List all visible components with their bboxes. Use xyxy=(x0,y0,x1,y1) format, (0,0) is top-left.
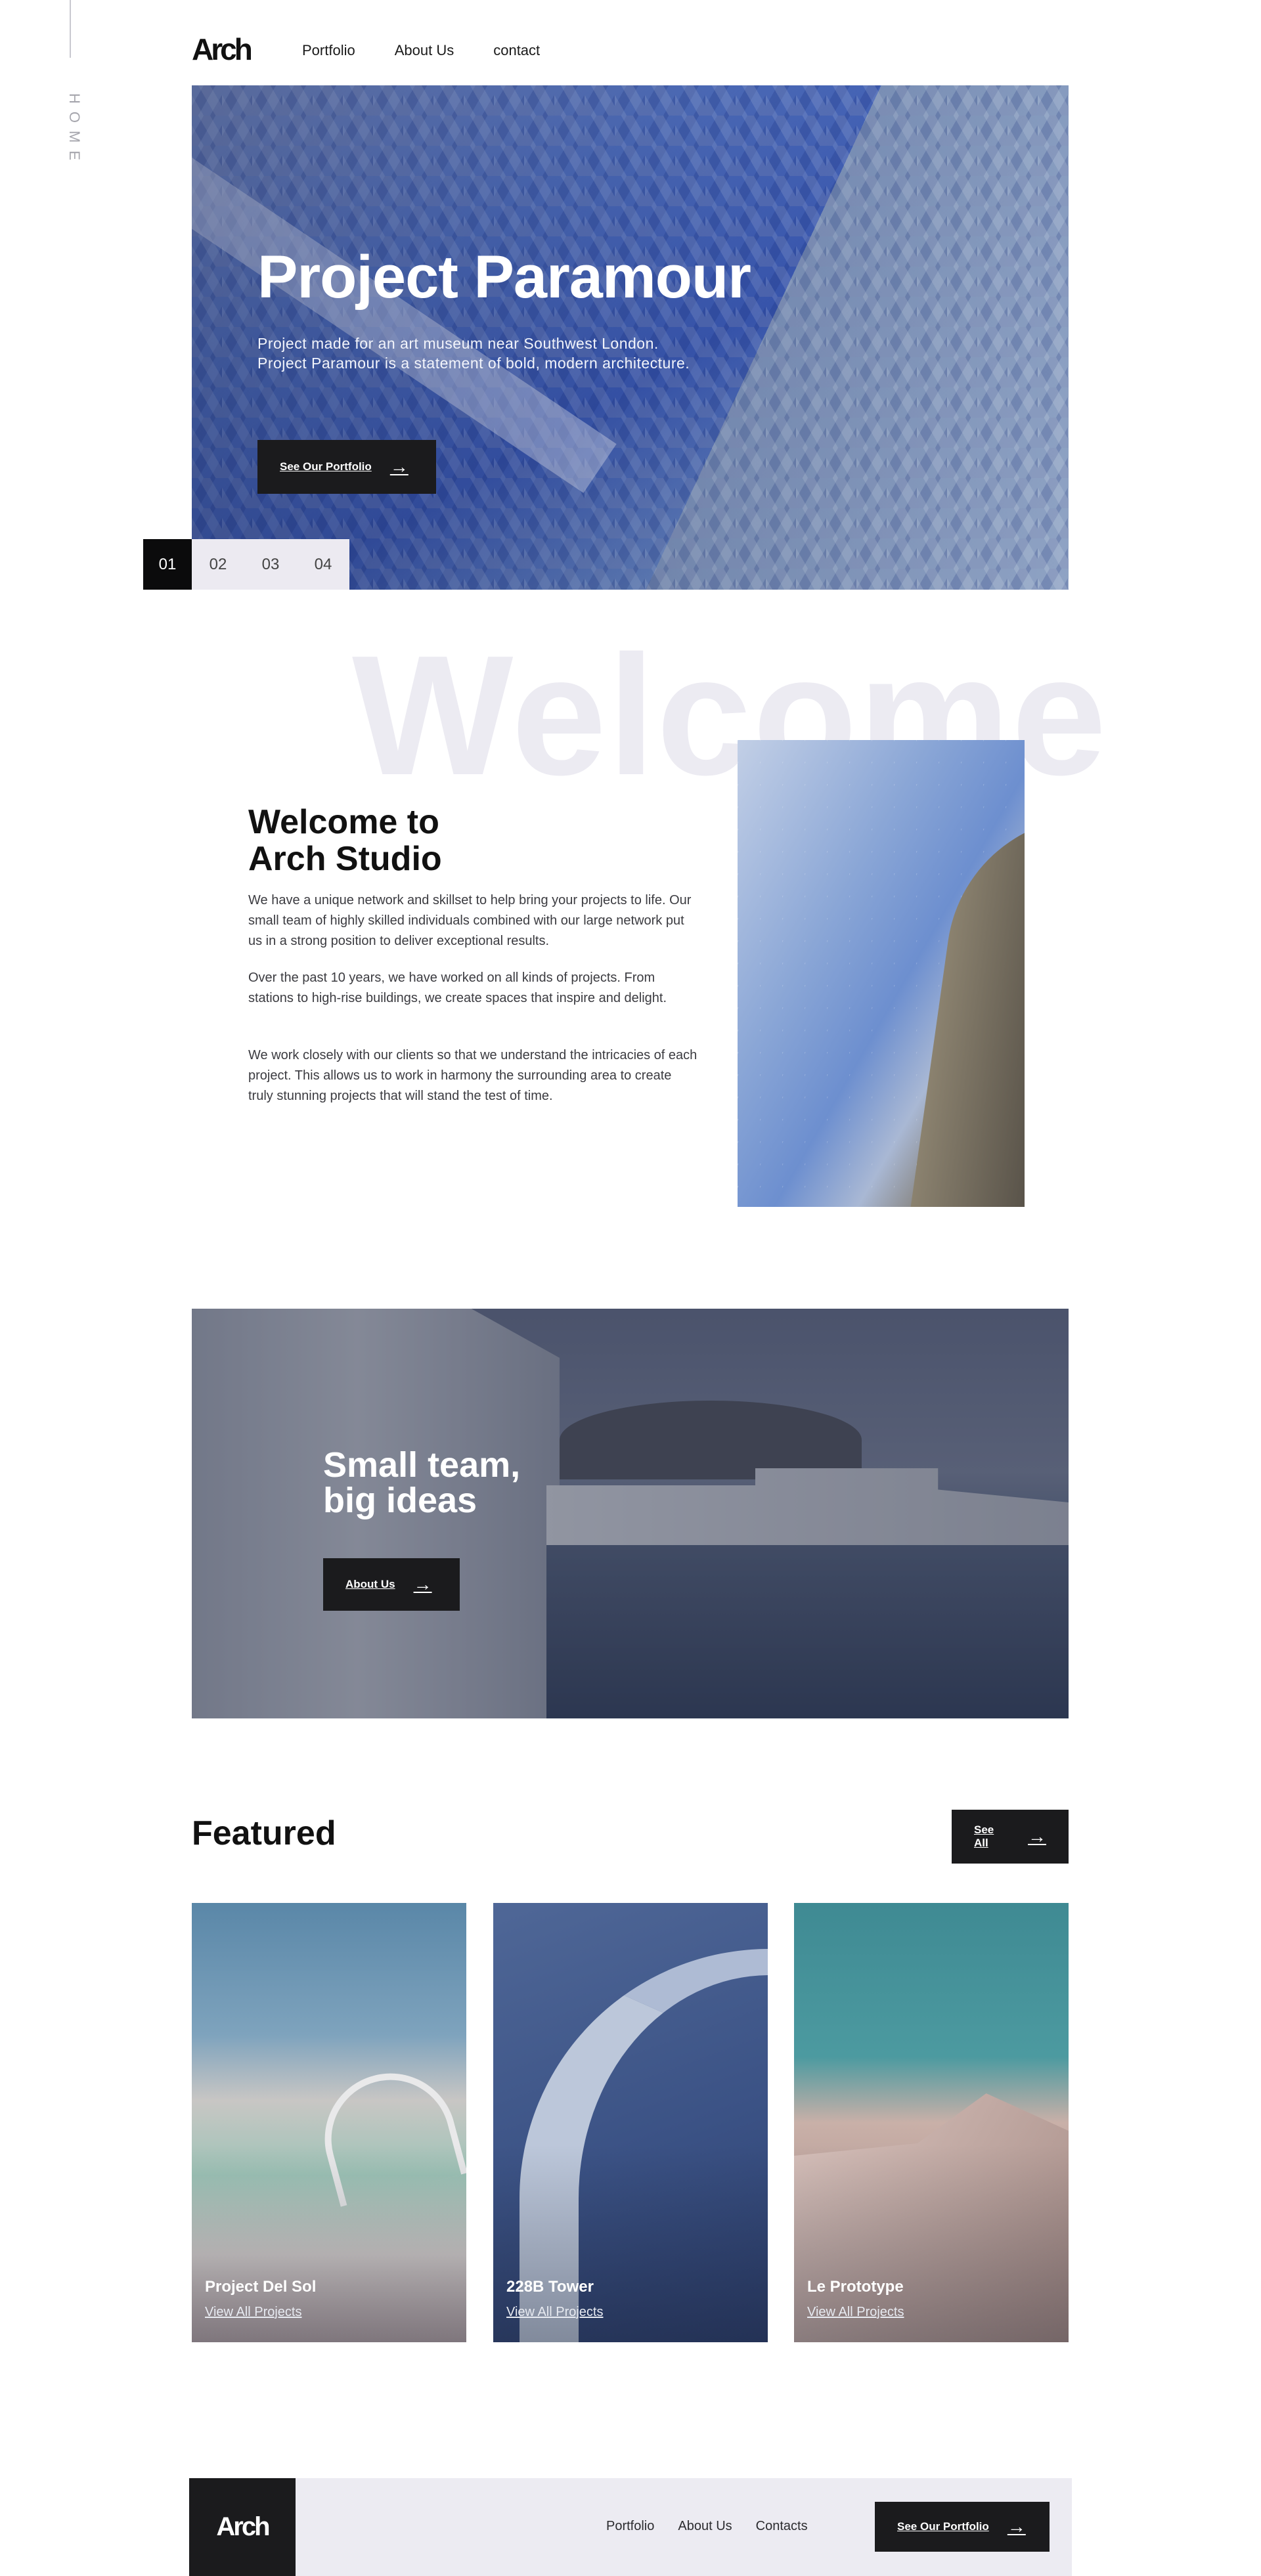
about-us-button-label: About Us xyxy=(345,1578,395,1590)
card-overlay xyxy=(493,1903,768,2342)
footer-nav-contacts[interactable]: Contacts xyxy=(756,2519,808,2534)
card-overlay xyxy=(794,1903,1069,2342)
slide-tab-01[interactable]: 01 xyxy=(143,539,192,590)
nav-contact[interactable]: contact xyxy=(493,42,540,59)
welcome-building-image xyxy=(738,740,1025,1207)
welcome-paragraph-2: Over the past 10 years, we have worked o… xyxy=(248,971,667,1005)
card-view-all-link[interactable]: View All Projects xyxy=(506,2305,603,2320)
welcome-heading: Welcome to Arch Studio xyxy=(248,804,442,877)
welcome-heading-line2: Arch Studio xyxy=(248,840,442,878)
card-title: 228B Tower xyxy=(506,2278,594,2296)
logo[interactable]: Arch xyxy=(192,32,253,67)
footer-nav-portfolio[interactable]: Portfolio xyxy=(606,2519,654,2534)
slide-tab-04[interactable]: 04 xyxy=(297,539,349,590)
hero-title: Project Paramour xyxy=(257,244,751,311)
featured-card-del-sol[interactable]: Project Del Sol View All Projects xyxy=(192,1903,466,2342)
rail-line xyxy=(70,0,71,58)
see-all-button[interactable]: See All → xyxy=(952,1810,1069,1864)
arrow-right-icon: → xyxy=(1028,1826,1046,1846)
footer-logo: Arch xyxy=(216,2512,270,2541)
rail-home-label: HOME xyxy=(66,93,83,168)
hero-banner: Project Paramour Project made for an art… xyxy=(192,85,1069,590)
footer-see-portfolio-button[interactable]: See Our Portfolio → xyxy=(875,2502,1050,2552)
nav-portfolio[interactable]: Portfolio xyxy=(302,42,355,59)
arrow-right-icon: → xyxy=(413,1574,432,1594)
featured-heading: Featured xyxy=(192,1814,336,1852)
welcome-paragraph-1: We have a unique network and skillset to… xyxy=(248,893,692,948)
footer-button-label: See Our Portfolio xyxy=(897,2520,989,2533)
card-overlay xyxy=(192,1903,466,2342)
see-all-button-label: See All xyxy=(974,1823,994,1849)
main-nav: Portfolio About Us contact xyxy=(302,42,540,59)
arrow-right-icon: → xyxy=(389,456,409,477)
hero-button-label: See Our Portfolio xyxy=(280,460,372,473)
slide-tab-03[interactable]: 03 xyxy=(244,539,297,590)
footer-logo-box[interactable]: Arch xyxy=(189,2478,296,2576)
footer-nav: Portfolio About Us Contacts xyxy=(606,2519,808,2534)
card-title: Le Prototype xyxy=(807,2278,904,2296)
team-title-line2: big ideas xyxy=(323,1481,477,1520)
featured-card-228b-tower[interactable]: 228B Tower View All Projects xyxy=(493,1903,768,2342)
card-title: Project Del Sol xyxy=(205,2278,317,2296)
team-title: Small team, big ideas xyxy=(323,1447,520,1518)
nav-about-us[interactable]: About Us xyxy=(395,42,454,59)
team-title-line1: Small team, xyxy=(323,1445,521,1485)
hero-see-portfolio-button[interactable]: See Our Portfolio → xyxy=(257,440,436,494)
welcome-heading-line1: Welcome to xyxy=(248,803,439,841)
slide-tab-02[interactable]: 02 xyxy=(192,539,244,590)
about-us-button[interactable]: About Us → xyxy=(323,1558,460,1611)
slide-pagination: 01 02 03 04 xyxy=(143,539,349,590)
footer-nav-about-us[interactable]: About Us xyxy=(678,2519,732,2534)
welcome-paragraph-3: We work closely with our clients so that… xyxy=(248,1048,697,1103)
arrow-right-icon: → xyxy=(1007,2516,1026,2537)
card-view-all-link[interactable]: View All Projects xyxy=(205,2305,301,2320)
featured-card-le-prototype[interactable]: Le Prototype View All Projects xyxy=(794,1903,1069,2342)
card-view-all-link[interactable]: View All Projects xyxy=(807,2305,904,2320)
hero-description: Project made for an art museum near Sout… xyxy=(257,335,690,372)
